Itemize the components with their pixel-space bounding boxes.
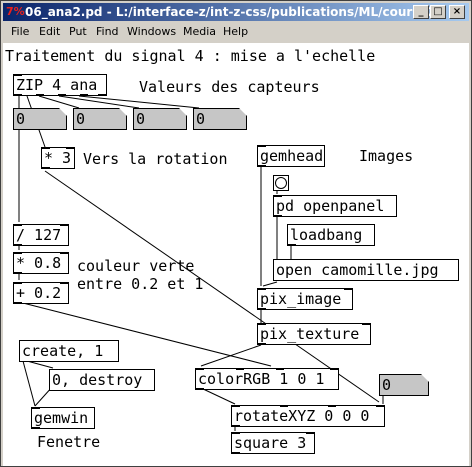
- sensor1-numbox[interactable]: 0: [13, 108, 67, 130]
- mult3-label: * 3: [44, 149, 72, 167]
- gemhead-label: gemhead: [260, 147, 324, 165]
- images-comment: Images: [359, 147, 414, 165]
- heading-comment: Traitement du signal 4 : mise a l'echell…: [5, 47, 376, 65]
- rotation-numbox[interactable]: 0: [379, 374, 429, 396]
- menu-windows[interactable]: Windows: [127, 25, 176, 39]
- pd-app-icon: 7%: [6, 5, 25, 18]
- window-title: 06_ana2.pd - L:/interface-z/int-z-css/pu…: [25, 5, 437, 19]
- rotation-comment: Vers la rotation: [83, 150, 228, 168]
- loadbang-label: loadbang: [290, 226, 363, 244]
- div127-label: / 127: [16, 226, 62, 244]
- gemwin-label: gemwin: [34, 409, 89, 427]
- sensor4-numbox[interactable]: 0: [193, 108, 247, 130]
- maximize-button[interactable]: □: [430, 5, 446, 19]
- openpanel-object[interactable]: pd openpanel: [273, 195, 397, 217]
- patch-cords: [18, 95, 384, 431]
- openpanel-label: pd openpanel: [276, 197, 385, 215]
- menu-media[interactable]: Media: [183, 25, 216, 39]
- gemhead-object[interactable]: gemhead: [257, 145, 325, 167]
- close-button[interactable]: ×: [449, 5, 465, 19]
- open-file-message[interactable]: open camomille.jpg: [273, 259, 453, 281]
- pix-texture-object[interactable]: pix_texture: [257, 323, 371, 345]
- loadbang-object[interactable]: loadbang: [287, 224, 375, 246]
- bang-button[interactable]: [273, 175, 289, 191]
- sensor2-numbox[interactable]: 0: [73, 108, 127, 130]
- square-label: square 3: [234, 434, 307, 452]
- rotatexyz-object[interactable]: rotateXYZ 0 0 0: [231, 405, 385, 427]
- pix-texture-label: pix_texture: [260, 325, 360, 343]
- menu-edit[interactable]: Edit: [39, 25, 60, 39]
- plus02-object[interactable]: + 0.2: [13, 282, 69, 304]
- pd-patch-window: 7% 06_ana2.pd - L:/interface-z/int-z-css…: [0, 0, 472, 467]
- color-comment-line1: couleur verte: [77, 257, 195, 275]
- mult08-label: * 0.8: [16, 254, 62, 272]
- zip-label: ZIP 4 ana: [16, 76, 98, 94]
- colorrgb-label: colorRGB 1 0 1: [198, 370, 325, 388]
- sensors-comment: Valeurs des capteurs: [139, 78, 320, 96]
- menu-bar: File Edit Put Find Windows Media Help: [3, 22, 469, 42]
- menu-put[interactable]: Put: [69, 25, 87, 39]
- destroy-message[interactable]: 0, destroy: [49, 369, 149, 391]
- square-object[interactable]: square 3: [231, 432, 315, 454]
- plus02-label: + 0.2: [16, 284, 62, 302]
- create-message[interactable]: create, 1: [19, 340, 113, 362]
- window-comment: Fenetre: [37, 433, 101, 451]
- patch-canvas[interactable]: Traitement du signal 4 : mise a l'echell…: [3, 43, 469, 466]
- minimize-button[interactable]: _: [413, 5, 429, 19]
- mult08-object[interactable]: * 0.8: [13, 252, 69, 274]
- sensor3-numbox[interactable]: 0: [133, 108, 187, 130]
- zip-object[interactable]: ZIP 4 ana: [13, 74, 107, 96]
- gemwin-object[interactable]: gemwin: [31, 407, 95, 429]
- menu-find[interactable]: Find: [96, 25, 119, 39]
- pix-image-object[interactable]: pix_image: [257, 288, 353, 310]
- mult3-object[interactable]: * 3: [41, 147, 75, 169]
- colorrgb-object[interactable]: colorRGB 1 0 1: [195, 368, 339, 390]
- pix-image-label: pix_image: [260, 290, 342, 308]
- color-comment-line2: entre 0.2 et 1: [77, 275, 204, 293]
- menu-help[interactable]: Help: [223, 25, 248, 39]
- title-bar[interactable]: 7% 06_ana2.pd - L:/interface-z/int-z-css…: [3, 3, 469, 21]
- div127-object[interactable]: / 127: [13, 224, 69, 246]
- menu-file[interactable]: File: [11, 25, 29, 39]
- rotatexyz-label: rotateXYZ 0 0 0: [234, 407, 370, 425]
